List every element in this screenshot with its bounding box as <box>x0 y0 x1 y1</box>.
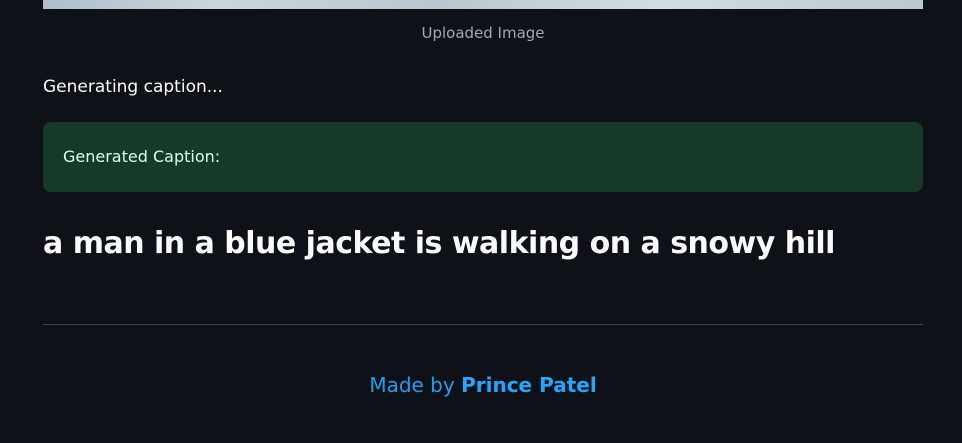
footer-prefix: Made by <box>369 373 462 397</box>
image-caption: Uploaded Image <box>421 24 545 42</box>
success-alert-label: Generated Caption: <box>63 147 221 166</box>
uploaded-image <box>43 0 923 9</box>
footer: Made by Prince Patel <box>43 370 923 400</box>
status-text: Generating caption... <box>43 77 223 97</box>
footer-author: Prince Patel <box>461 373 597 397</box>
generated-caption: a man in a blue jacket is walking on a s… <box>43 226 835 261</box>
app-container: Uploaded Image Generating caption... Gen… <box>0 0 962 443</box>
success-alert: Generated Caption: <box>43 122 923 192</box>
divider <box>43 324 923 325</box>
